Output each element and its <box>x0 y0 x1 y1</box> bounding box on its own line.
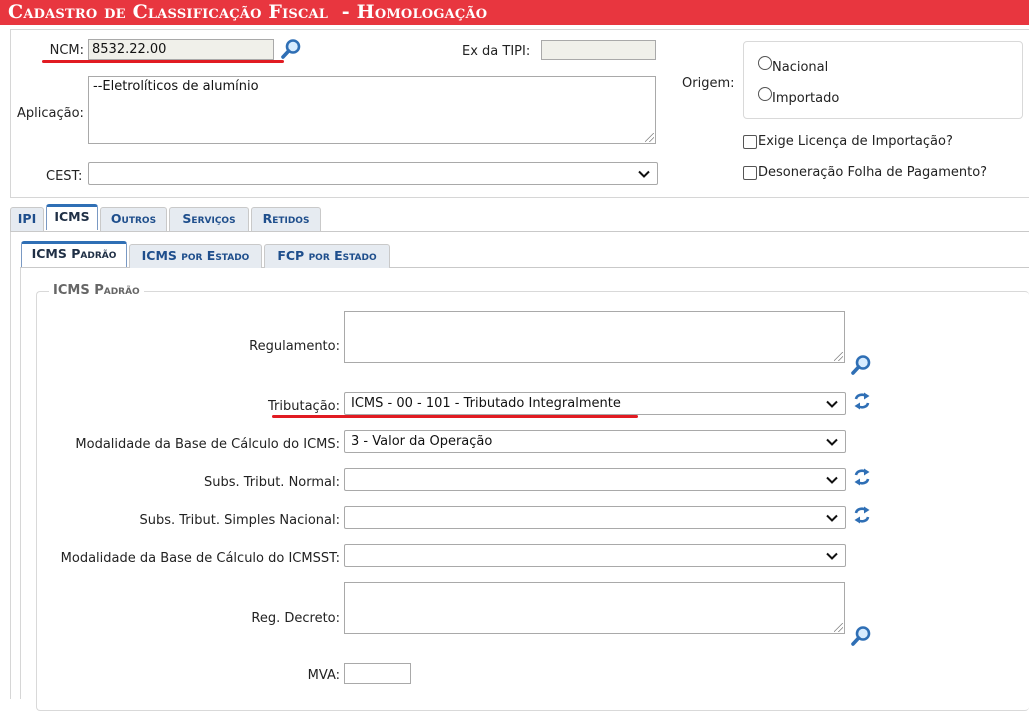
modalidade-bc-select[interactable]: 3 - Valor da Operação <box>344 430 846 453</box>
tab-retidos[interactable]: Retidos <box>251 207 321 231</box>
modalidade-bcst-select[interactable] <box>344 544 846 567</box>
reg-decreto-label: Reg. Decreto: <box>251 611 340 626</box>
chevron-down-icon <box>826 514 838 522</box>
chevron-down-icon <box>826 552 838 560</box>
origem-label: Origem: <box>682 76 735 91</box>
desoneracao-label: Desoneração Folha de Pagamento? <box>758 165 988 180</box>
tributacao-select[interactable]: ICMS - 00 - 101 - Tributado Integralment… <box>344 392 846 415</box>
tributacao-refresh-icon[interactable] <box>852 391 872 411</box>
ex-tipi-label: Ex da TIPI: <box>462 44 531 59</box>
chevron-down-icon <box>826 438 838 446</box>
subs-normal-refresh-icon[interactable] <box>852 467 872 487</box>
subtab-icms-padrao[interactable]: ICMS Padrão <box>21 241 127 267</box>
regulamento-search-icon[interactable] <box>850 354 872 376</box>
subs-simples-refresh-icon[interactable] <box>852 505 872 525</box>
mva-input[interactable] <box>344 663 411 684</box>
ncm-input[interactable]: 8532.22.00 <box>88 39 274 60</box>
modalidade-bc-label: Modalidade da Base de Cálculo do ICMS: <box>75 437 340 452</box>
tributacao-annotation-underline <box>272 415 638 418</box>
origem-nacional-label: Nacional <box>772 60 829 75</box>
tab-servicos[interactable]: Serviços <box>169 207 249 231</box>
subs-normal-select[interactable] <box>344 468 846 491</box>
cest-label: CEST: <box>46 169 83 184</box>
radio-nacional[interactable] <box>758 55 772 70</box>
ncm-label: NCM: <box>49 43 84 58</box>
subtab-icms-por-estado[interactable]: ICMS por Estado <box>129 244 262 268</box>
origem-importado-option[interactable]: Importado <box>758 86 839 106</box>
reg-decreto-search-icon[interactable] <box>850 625 872 647</box>
resize-handle[interactable] <box>834 352 843 361</box>
ncm-annotation-underline <box>42 60 284 63</box>
chevron-down-icon <box>638 170 650 178</box>
aplicacao-textarea[interactable]: --Eletrolíticos de alumínio <box>88 76 656 144</box>
subs-normal-label: Subs. Tribut. Normal: <box>203 475 340 490</box>
reg-decreto-textarea[interactable] <box>344 582 845 634</box>
aplicacao-text: --Eletrolíticos de alumínio <box>93 79 259 94</box>
modalidade-bcst-label: Modalidade da Base de Cálculo do ICMSST: <box>60 551 340 566</box>
resize-handle[interactable] <box>834 623 843 632</box>
tab-outros[interactable]: Outros <box>100 207 167 231</box>
regulamento-textarea[interactable] <box>344 311 845 363</box>
aplicacao-label: Aplicação: <box>17 106 84 121</box>
ncm-search-icon[interactable] <box>280 38 302 60</box>
exige-licenca-checkbox[interactable] <box>743 134 757 149</box>
icms-padrao-legend: ICMS Padrão <box>49 283 144 298</box>
modalidade-bc-selected: 3 - Valor da Operação <box>351 434 493 449</box>
tab-ipi[interactable]: IPI <box>10 207 44 231</box>
resize-handle[interactable] <box>645 133 654 142</box>
subs-simples-select[interactable] <box>344 506 846 529</box>
desoneracao-checkbox[interactable] <box>743 165 757 180</box>
exige-licenca-label: Exige Licença de Importação? <box>758 134 953 149</box>
origem-box <box>743 41 1023 119</box>
origem-importado-label: Importado <box>772 91 840 106</box>
regulamento-label: Regulamento: <box>249 339 340 354</box>
radio-importado[interactable] <box>758 86 772 101</box>
subs-simples-label: Subs. Tribut. Simples Nacional: <box>139 513 340 528</box>
tributacao-label: Tributação: <box>268 399 340 414</box>
chevron-down-icon <box>826 400 838 408</box>
mva-label: MVA: <box>307 668 340 683</box>
exige-licenca-option[interactable]: Exige Licença de Importação? <box>743 134 953 149</box>
chevron-down-icon <box>826 476 838 484</box>
subtab-fcp-por-estado[interactable]: FCP por Estado <box>264 244 390 268</box>
desoneracao-option[interactable]: Desoneração Folha de Pagamento? <box>743 165 987 180</box>
tributacao-selected: ICMS - 00 - 101 - Tributado Integralment… <box>351 396 621 411</box>
cest-select[interactable] <box>88 162 658 185</box>
tab-icms[interactable]: ICMS <box>46 204 98 230</box>
origem-nacional-option[interactable]: Nacional <box>758 55 828 75</box>
ex-tipi-input[interactable] <box>541 40 656 60</box>
window-title: Cadastro de Classificação Fiscal - Homol… <box>0 0 1029 25</box>
